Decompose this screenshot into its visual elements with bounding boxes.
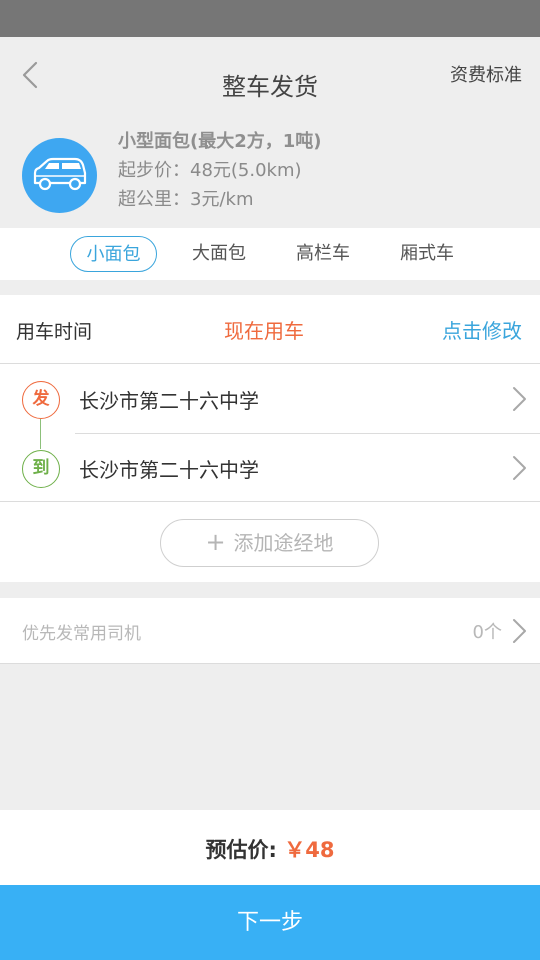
tab-small-van[interactable]: 小面包 xyxy=(70,236,157,272)
time-value: 现在用车 xyxy=(224,319,304,343)
status-bar xyxy=(0,0,540,37)
origin-row[interactable]: 发 长沙市第二十六中学 xyxy=(0,365,540,433)
tab-box-truck[interactable]: 厢式车 xyxy=(384,236,470,272)
van-icon xyxy=(33,157,87,191)
time-row[interactable]: 用车时间 现在用车 点击修改 xyxy=(0,295,540,364)
base-price: 起步价：48元(5.0km) xyxy=(118,160,302,181)
destination-badge: 到 xyxy=(22,450,60,488)
chevron-right-icon xyxy=(513,619,526,643)
estimated-price-amount: ￥48 xyxy=(284,838,335,862)
vehicle-info: 小型面包(最大2方，1吨) 起步价：48元(5.0km) 超公里：3元/km xyxy=(118,128,322,215)
preferred-driver-row[interactable]: 优先发常用司机 0个 xyxy=(0,598,540,664)
price-footer: 预估价: ￥48 xyxy=(0,810,540,885)
header: 整车发货 资费标准 小型面包(最大2方，1吨) 起步价：48元(5.0km) 超… xyxy=(0,37,540,227)
tab-large-van[interactable]: 大面包 xyxy=(176,236,262,272)
add-waypoint-button[interactable]: + 添加途经地 xyxy=(160,519,379,567)
edit-time-link[interactable]: 点击修改 xyxy=(442,315,522,344)
order-card: 用车时间 现在用车 点击修改 发 长沙市第二十六中学 到 长沙市第二十六中学 +… xyxy=(0,295,540,582)
preferred-driver-count: 0个 xyxy=(472,622,502,643)
destination-address: 长沙市第二十六中学 xyxy=(79,458,259,482)
origin-badge: 发 xyxy=(22,381,60,419)
divider xyxy=(0,501,540,502)
rate-standard-link[interactable]: 资费标准 xyxy=(450,66,522,86)
vehicle-name: 小型面包(最大2方，1吨) xyxy=(118,131,322,152)
preferred-driver-label: 优先发常用司机 xyxy=(22,624,141,644)
extra-km-price: 超公里：3元/km xyxy=(118,189,254,210)
plus-icon: + xyxy=(205,528,226,556)
add-waypoint-label: 添加途经地 xyxy=(233,531,334,555)
origin-address: 长沙市第二十六中学 xyxy=(79,389,259,413)
vehicle-type-tabs: 小面包 大面包 高栏车 厢式车 xyxy=(0,228,540,280)
tab-high-rail-truck[interactable]: 高栏车 xyxy=(280,236,366,272)
time-label: 用车时间 xyxy=(16,321,93,343)
next-step-button[interactable]: 下一步 xyxy=(0,885,540,960)
estimated-price: 预估价: ￥48 xyxy=(0,834,540,864)
destination-row[interactable]: 到 长沙市第二十六中学 xyxy=(0,434,540,502)
chevron-right-icon xyxy=(513,387,526,411)
chevron-right-icon xyxy=(513,456,526,480)
estimated-price-label: 预估价: xyxy=(205,838,277,862)
vehicle-avatar xyxy=(22,138,97,213)
